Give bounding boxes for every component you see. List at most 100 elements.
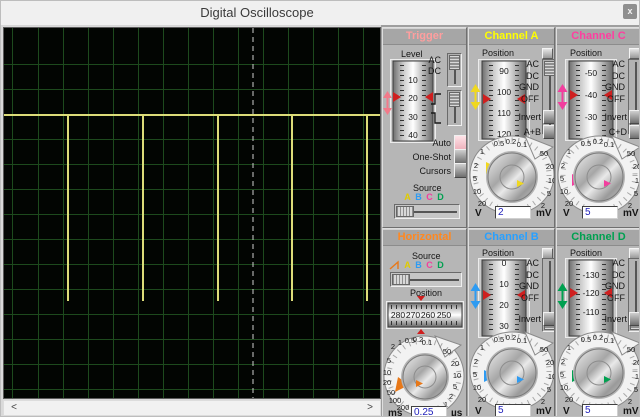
position-marker-bottom[interactable] bbox=[417, 329, 425, 334]
invert-button[interactable] bbox=[629, 110, 639, 124]
invert-label: Invert bbox=[518, 112, 541, 122]
position-updown-arrow[interactable] bbox=[470, 84, 481, 110]
channel-b-header: Channel B bbox=[469, 229, 554, 246]
close-button[interactable]: x bbox=[623, 4, 637, 19]
dial-number: 1 bbox=[398, 338, 402, 347]
volts-per-div-value[interactable]: 2 bbox=[495, 206, 531, 219]
slider-knob[interactable] bbox=[396, 206, 414, 217]
switch-knob[interactable] bbox=[449, 92, 460, 107]
dial-knob[interactable] bbox=[574, 152, 624, 202]
level-updown-arrow[interactable] bbox=[383, 91, 392, 115]
dial-number: 20 bbox=[478, 199, 486, 208]
coupling-dc-label: DC bbox=[612, 270, 625, 280]
ramp-waveform-icon bbox=[389, 260, 399, 270]
horizontal-position-scale[interactable]: 280 270 260 250 bbox=[386, 296, 464, 334]
dial-number: 10 bbox=[560, 383, 568, 392]
coupling-gnd-label: GND bbox=[605, 82, 625, 92]
volts-per-div-dial[interactable]: 0.5 0.2 0.1 1 2 5 10 20 50 20 10 5 2 bbox=[557, 135, 640, 217]
source-a: A bbox=[404, 260, 411, 270]
invert-button[interactable] bbox=[629, 312, 639, 326]
invert-button[interactable] bbox=[543, 110, 554, 124]
source-c: C bbox=[426, 260, 433, 270]
position-updown-arrow[interactable] bbox=[470, 283, 481, 309]
dial-number: 5 bbox=[473, 370, 477, 379]
slider-knob[interactable] bbox=[392, 274, 410, 285]
horizontal-header: Horizontal bbox=[383, 229, 466, 246]
window-title: Digital Oscilloscope bbox=[200, 5, 314, 20]
scale-tick: 10 bbox=[499, 279, 509, 289]
position-updown-arrow[interactable] bbox=[557, 84, 568, 110]
channel-a-header: Channel A bbox=[469, 28, 554, 45]
dial-knob[interactable] bbox=[487, 348, 537, 398]
position-marker-top[interactable] bbox=[417, 296, 425, 301]
dial-knob[interactable] bbox=[487, 152, 537, 202]
scroll-left-arrow[interactable]: < bbox=[6, 401, 22, 415]
level-tick: 30 bbox=[408, 112, 418, 122]
dial-number: 20 bbox=[478, 395, 486, 404]
dial-number: 20 bbox=[383, 378, 391, 387]
position-mini-button[interactable] bbox=[629, 48, 639, 59]
position-updown-arrow[interactable] bbox=[557, 283, 568, 309]
trigger-source-slider[interactable] bbox=[394, 204, 460, 219]
trigger-coupling-switch[interactable] bbox=[447, 53, 462, 87]
channel-d-panel: Channel D Position -130 -120 -110 AC DC … bbox=[556, 228, 640, 417]
unit-mv-label: mV bbox=[623, 406, 639, 417]
dial-number: 10 bbox=[473, 187, 481, 196]
level-label: Level bbox=[401, 49, 423, 59]
volts-per-div-dial[interactable]: 0.5 0.2 0.1 1 2 5 10 20 50 20 10 5 2 bbox=[469, 135, 555, 217]
dial-number: 10 bbox=[473, 383, 481, 392]
volts-per-div-dial[interactable]: 0.5 0.2 0.1 1 2 5 10 20 50 20 10 5 2 bbox=[557, 331, 640, 413]
edge-select-switch[interactable] bbox=[447, 90, 462, 126]
dial-number: 20 bbox=[633, 162, 640, 171]
waveform-display bbox=[4, 28, 380, 398]
coupling-ac-label: AC bbox=[526, 258, 539, 268]
dial-number: 10 bbox=[635, 372, 640, 381]
cursors-button[interactable] bbox=[454, 163, 466, 178]
channel-b-panel: Channel B Position 0 10 20 30 AC DC GND … bbox=[468, 228, 555, 416]
source-d: D bbox=[437, 260, 444, 270]
dial-number: 5 bbox=[560, 370, 564, 379]
unit-v-label: V bbox=[563, 208, 570, 219]
dial-number: 0.2 bbox=[506, 137, 516, 146]
coupling-gnd-label: GND bbox=[605, 281, 625, 291]
dial-number: 0.5 bbox=[581, 335, 591, 344]
timebase-dial[interactable]: 2 1 0.5 0.2 0.1 5 10 20 50 100 200 50 20… bbox=[383, 335, 467, 417]
source-d: D bbox=[437, 192, 444, 202]
dial-number: 1 bbox=[480, 343, 484, 352]
horizontal-scrollbar[interactable]: < > bbox=[3, 400, 381, 416]
position-tick: 260 bbox=[421, 310, 435, 320]
volts-per-div-value[interactable]: 5 bbox=[582, 404, 618, 416]
one-shot-button[interactable] bbox=[454, 149, 466, 164]
volts-per-div-dial[interactable]: 0.5 0.2 0.1 1 2 5 10 20 50 20 10 5 2 bbox=[469, 331, 555, 413]
auto-button[interactable] bbox=[454, 135, 466, 150]
dial-number: 2 bbox=[561, 357, 565, 366]
scroll-right-arrow[interactable]: > bbox=[362, 401, 378, 415]
horizontal-source-slider[interactable] bbox=[390, 272, 462, 287]
dial-number: 0.5 bbox=[494, 139, 504, 148]
dial-number: 0.1 bbox=[517, 140, 527, 149]
coupling-ac-label: AC bbox=[526, 59, 539, 69]
trigger-ac-label: AC bbox=[428, 55, 441, 65]
source-b: B bbox=[415, 260, 422, 270]
scale-tick: 30 bbox=[499, 321, 509, 331]
dial-number: 10 bbox=[548, 176, 555, 185]
dial-number: 50 bbox=[627, 345, 635, 354]
horizontal-source-letters: ABCD bbox=[402, 260, 446, 270]
volts-per-div-value[interactable]: 5 bbox=[582, 206, 618, 219]
switch-knob[interactable] bbox=[449, 55, 460, 70]
dial-number: 0.5 bbox=[581, 139, 591, 148]
auto-label: Auto bbox=[432, 138, 451, 148]
position-mini-button[interactable] bbox=[542, 48, 553, 59]
slider-knob[interactable] bbox=[544, 61, 554, 76]
dial-number: 20 bbox=[565, 395, 573, 404]
dial-knob[interactable] bbox=[574, 348, 624, 398]
dial-number: 0.5 bbox=[494, 335, 504, 344]
dial-number: 20 bbox=[565, 199, 573, 208]
dial-knob[interactable] bbox=[402, 354, 448, 400]
unit-mv-label: mV bbox=[536, 208, 552, 219]
position-tick: 250 bbox=[437, 310, 451, 320]
volts-per-div-value[interactable]: 5 bbox=[495, 404, 531, 416]
timebase-value[interactable]: 0.25 bbox=[411, 406, 447, 416]
invert-button[interactable] bbox=[543, 312, 554, 326]
dial-number: 50 bbox=[540, 345, 548, 354]
